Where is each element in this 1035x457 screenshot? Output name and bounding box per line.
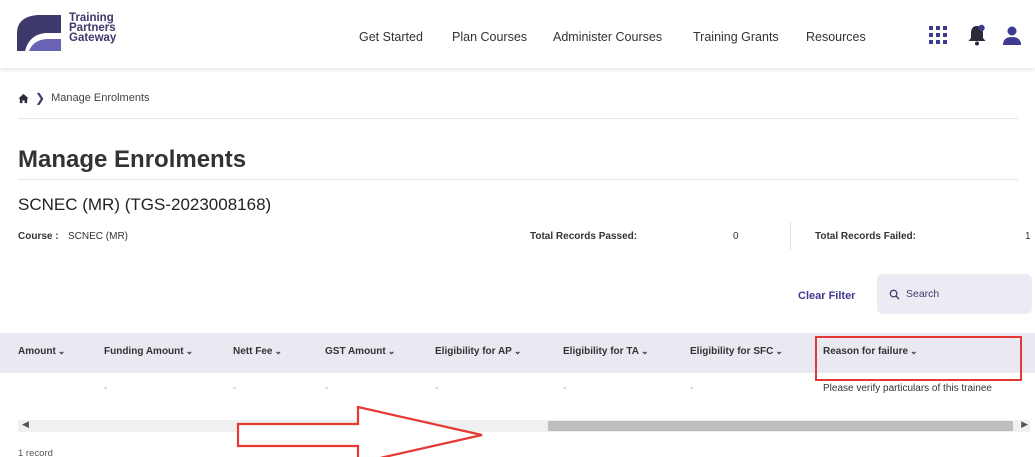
nav-get-started[interactable]: Get Started	[359, 30, 423, 44]
cell-reason-for-failure: Please verify particulars of this traine…	[823, 383, 992, 394]
cell-gst-amount: -	[325, 383, 329, 394]
chevron-down-icon: ⌄	[513, 346, 522, 356]
nav-administer-courses[interactable]: Administer Courses	[553, 30, 662, 44]
scrollbar-thumb[interactable]	[548, 421, 1013, 431]
brand-logo-mark-icon	[17, 15, 61, 51]
col-eligibility-sfc-label: Eligibility for SFC	[690, 346, 774, 357]
breadcrumb: ❯ Manage Enrolments	[18, 91, 150, 105]
col-nett-fee-label: Nett Fee	[233, 346, 273, 357]
failed-label: Total Records Failed:	[815, 231, 916, 242]
scroll-right-icon[interactable]: ▶	[1021, 419, 1028, 430]
clear-filter-button[interactable]: Clear Filter	[798, 290, 855, 302]
failed-value: 1	[1025, 231, 1031, 242]
col-eligibility-ap-label: Eligibility for AP	[435, 346, 512, 357]
passed-label: Total Records Passed:	[530, 231, 638, 242]
brand-logo[interactable]: Training Partners Gateway	[15, 8, 125, 56]
meta-divider	[790, 222, 791, 250]
divider	[18, 118, 1018, 119]
user-account-icon[interactable]	[1000, 23, 1024, 47]
record-count: 1 record	[18, 448, 53, 457]
notification-bell-icon[interactable]	[965, 23, 989, 47]
search-icon	[889, 289, 900, 300]
apps-grid-icon[interactable]	[926, 23, 950, 47]
chevron-down-icon: ⌄	[387, 346, 396, 356]
chevron-down-icon: ⌄	[57, 346, 66, 356]
col-eligibility-ta[interactable]: Eligibility for TA ⌄	[563, 346, 648, 357]
breadcrumb-current: Manage Enrolments	[51, 92, 150, 104]
brand-name: Training Partners Gateway	[69, 12, 117, 44]
search-box[interactable]	[877, 274, 1032, 314]
col-funding-amount-label: Funding Amount	[104, 346, 184, 357]
col-gst-amount-label: GST Amount	[325, 346, 386, 357]
cell-nett-fee: -	[233, 383, 237, 394]
nav-training-grants[interactable]: Training Grants	[693, 30, 779, 44]
col-eligibility-ta-label: Eligibility for TA	[563, 346, 639, 357]
chevron-down-icon: ⌄	[185, 346, 194, 356]
course-label: Course :	[18, 231, 59, 242]
top-header: Training Partners Gateway Get Started Pl…	[0, 0, 1035, 68]
col-amount[interactable]: Amount ⌄	[18, 346, 65, 357]
cell-eligibility-ap: -	[435, 383, 439, 394]
brand-line-3: Gateway	[69, 32, 117, 44]
cell-eligibility-ta: -	[563, 383, 567, 394]
col-amount-label: Amount	[18, 346, 56, 357]
chevron-down-icon: ⌄	[640, 346, 649, 356]
passed-value: 0	[733, 231, 739, 242]
chevron-right-icon: ❯	[35, 91, 46, 105]
horizontal-scrollbar[interactable]: ◀ ▶	[18, 419, 1030, 432]
chevron-down-icon: ⌄	[274, 346, 282, 356]
col-eligibility-ap[interactable]: Eligibility for AP ⌄	[435, 346, 521, 357]
passed-label-wrap: Total Records Passed:	[530, 231, 637, 242]
nav-resources[interactable]: Resources	[806, 30, 866, 44]
col-eligibility-sfc[interactable]: Eligibility for SFC ⌄	[690, 346, 783, 357]
annotation-highlight-box	[815, 336, 1022, 381]
page-title: Manage Enrolments	[18, 146, 247, 173]
failed-label-wrap: Total Records Failed:	[815, 231, 916, 242]
nav-plan-courses[interactable]: Plan Courses	[452, 30, 527, 44]
course-run-title: SCNEC (MR) (TGS-2023008168)	[18, 195, 272, 214]
col-nett-fee[interactable]: Nett Fee ⌄	[233, 346, 282, 357]
annotation-arrow-icon	[236, 405, 483, 457]
home-icon[interactable]	[18, 93, 29, 104]
scroll-left-icon[interactable]: ◀	[22, 419, 29, 430]
course-value: SCNEC (MR)	[68, 231, 128, 242]
search-input[interactable]	[906, 288, 1016, 300]
cell-eligibility-sfc: -	[690, 383, 694, 394]
course-meta: Course :	[18, 231, 59, 242]
cell-funding-amount: -	[104, 383, 108, 394]
col-funding-amount[interactable]: Funding Amount ⌄	[104, 346, 193, 357]
divider	[18, 179, 1018, 180]
chevron-down-icon: ⌄	[775, 346, 783, 356]
col-gst-amount[interactable]: GST Amount ⌄	[325, 346, 395, 357]
